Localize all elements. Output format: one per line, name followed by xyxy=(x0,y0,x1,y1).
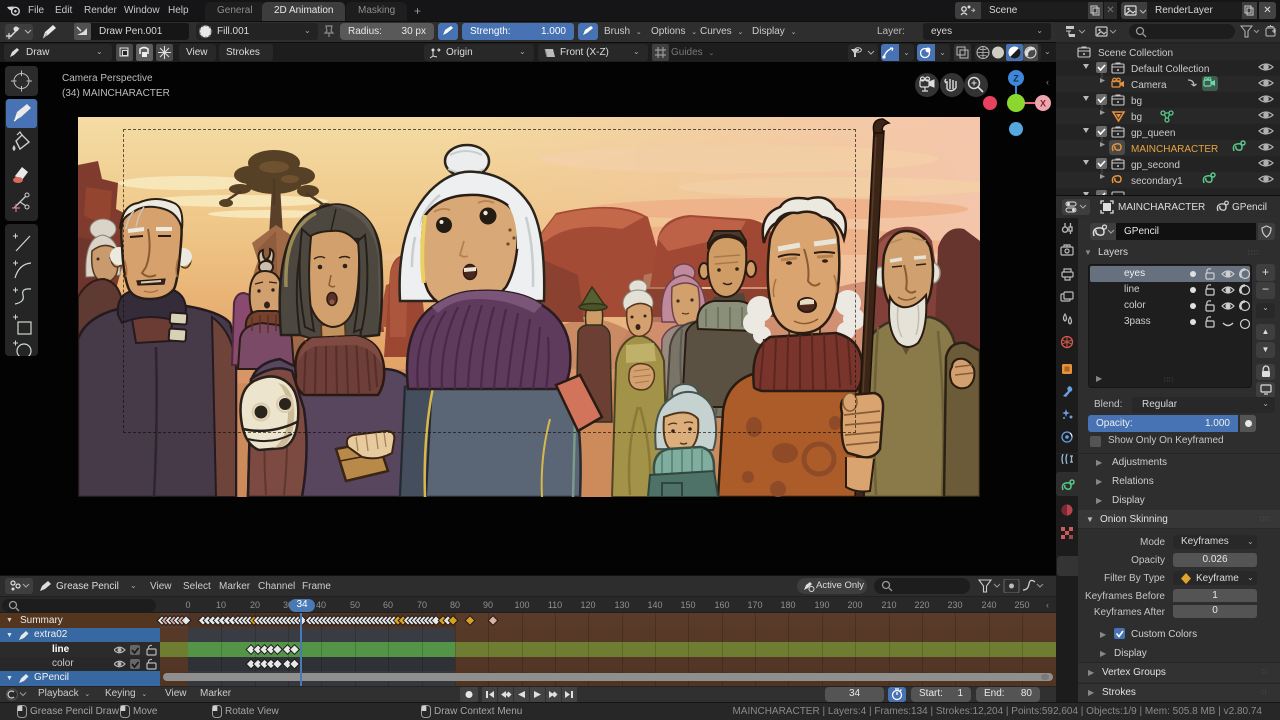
svg-text:Scene Collection: Scene Collection xyxy=(1098,48,1173,59)
svg-text:gp_second: gp_second xyxy=(1131,160,1180,171)
svg-text:secondary1: secondary1 xyxy=(1131,176,1183,187)
svg-text:X: X xyxy=(1040,99,1046,109)
svg-text:bg: bg xyxy=(1131,112,1142,123)
svg-text:bg: bg xyxy=(1131,96,1142,107)
svg-text:gp_queen: gp_queen xyxy=(1131,128,1176,139)
svg-text:Default Collection: Default Collection xyxy=(1131,64,1209,75)
svg-text:Z: Z xyxy=(1013,74,1019,84)
svg-text:Camera: Camera xyxy=(1131,80,1167,91)
svg-text:MAINCHARACTER: MAINCHARACTER xyxy=(1131,144,1218,155)
